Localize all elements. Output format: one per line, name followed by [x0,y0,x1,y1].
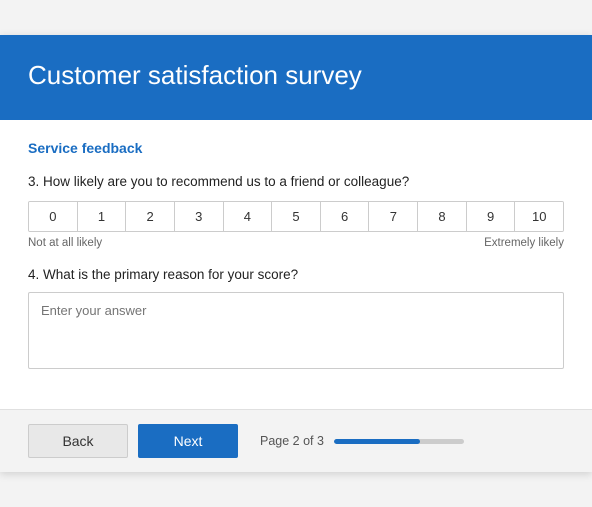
question-3-number: 3. [28,174,39,189]
scale-container: 0 1 2 3 4 5 6 7 8 9 10 Not at all likely… [28,201,564,249]
scale-0[interactable]: 0 [29,202,78,231]
scale-6[interactable]: 6 [321,202,370,231]
answer-textarea[interactable] [29,293,563,363]
progress-bar-fill [334,439,420,444]
survey-container: Customer satisfaction survey Service fee… [0,35,592,473]
scale-10[interactable]: 10 [515,202,563,231]
question-3-text: How likely are you to recommend us to a … [43,174,409,189]
page-text: Page 2 of 3 [260,434,324,448]
page-indicator: Page 2 of 3 [260,434,464,448]
scale-8[interactable]: 8 [418,202,467,231]
survey-header: Customer satisfaction survey [0,35,592,121]
scale-3[interactable]: 3 [175,202,224,231]
section-title: Service feedback [28,140,564,156]
scale-7[interactable]: 7 [369,202,418,231]
progress-bar-bg [334,439,464,444]
question-4-text: What is the primary reason for your scor… [43,267,298,282]
text-area-container [28,292,564,369]
question-4-number: 4. [28,267,39,282]
scale-grid: 0 1 2 3 4 5 6 7 8 9 10 [28,201,564,232]
scale-labels: Not at all likely Extremely likely [28,237,564,249]
scale-2[interactable]: 2 [126,202,175,231]
scale-1[interactable]: 1 [78,202,127,231]
scale-9[interactable]: 9 [467,202,516,231]
scale-5[interactable]: 5 [272,202,321,231]
survey-footer: Back Next Page 2 of 3 [0,409,592,472]
question-3: 3. How likely are you to recommend us to… [28,174,564,189]
next-button[interactable]: Next [138,424,238,458]
question-4: 4. What is the primary reason for your s… [28,267,564,282]
survey-title: Customer satisfaction survey [28,59,564,93]
scale-label-low: Not at all likely [28,237,102,249]
survey-body: Service feedback 3. How likely are you t… [0,120,592,409]
scale-4[interactable]: 4 [224,202,273,231]
back-button[interactable]: Back [28,424,128,458]
scale-label-high: Extremely likely [484,237,564,249]
